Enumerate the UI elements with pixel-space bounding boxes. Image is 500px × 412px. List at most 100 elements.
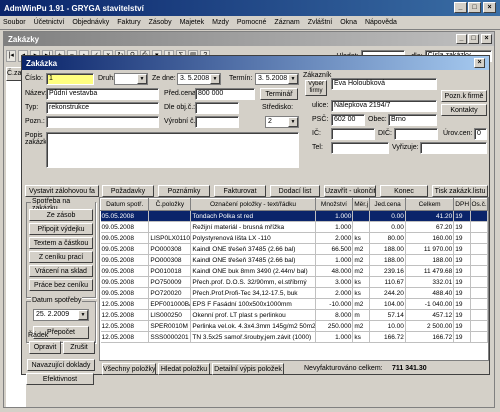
action-button[interactable]: Vystavit zálohovou fa [25,185,99,197]
predcena-input[interactable]: 800 000 [195,88,255,100]
popis-textarea[interactable] [46,132,299,168]
menu-item[interactable]: Faktury [117,19,140,26]
grid-column-header[interactable]: Datum spotř. [100,198,150,211]
menu-item[interactable]: Nápověda [365,19,397,26]
spotreba-button[interactable]: Práce bez ceníku [29,279,93,291]
action-button[interactable]: Tisk zakázk.listu [432,185,488,197]
ic-input[interactable] [331,128,375,140]
datum-select[interactable]: 25. 2.2009 ▼ [33,309,89,321]
action-button[interactable]: Poznámky [158,185,210,197]
menu-item[interactable]: Zásoby [149,19,172,26]
dic-input[interactable] [394,128,438,140]
chevron-down-icon[interactable]: ▼ [210,74,220,84]
close-icon[interactable]: × [481,34,492,44]
kontakty-button[interactable]: Kontakty [441,104,487,116]
table-row[interactable]: 12.05.2008 SPER0010M Perlinka vel.ok. 4.3x… [100,320,488,332]
termin-date[interactable]: 3. 5.2008 ▼ [255,73,299,85]
chevron-down-icon[interactable]: ▼ [288,117,298,127]
minimize-icon[interactable]: _ [456,34,467,44]
menu-item[interactable]: Pomocné [237,19,267,26]
menu-item[interactable]: Objednávky [72,19,109,26]
terminar-button[interactable]: Terminář [260,88,298,100]
nazev-input[interactable]: Půdní vestavba [46,88,159,100]
close-icon[interactable]: × [474,58,485,68]
pozn-k-firme-button[interactable]: Pozn.k firmě [441,90,487,102]
spotreba-button[interactable]: Vrácení na sklad [29,265,93,277]
druh-select[interactable]: ▼ [114,73,148,85]
grid-column-header[interactable]: Množství [314,198,354,211]
grid-column-header[interactable]: Č.položky [148,198,192,211]
spotreba-button[interactable]: Ze zásob [29,209,93,221]
typ-input[interactable]: rekonstrukce [46,102,159,114]
grid-column-header[interactable]: Jed.cena [369,198,406,211]
bottom-button[interactable]: Všechny položky [102,363,156,375]
cislo-input[interactable]: 1 [46,73,94,85]
table-row[interactable]: 12.05.2008 LIS000250 Okenní prof. LT plast… [100,309,488,321]
dleobj-input[interactable] [195,102,239,114]
grid-column-header[interactable]: Celkem [404,198,455,211]
action-button[interactable]: Požadavky [102,185,154,197]
action-button[interactable]: Fakturovat [214,185,266,197]
first-record-icon[interactable]: |◂ [6,50,17,62]
vyrizuje-input[interactable] [420,142,487,154]
tel-input[interactable] [331,142,389,154]
menu-item[interactable]: Majetek [180,19,205,26]
ulice-input[interactable]: Nálepkova 2194/7 [331,100,437,112]
spotreba-button[interactable]: Z ceníku prací [29,251,93,263]
grid-column-header[interactable]: Os.č. [470,198,488,211]
stredisko-select[interactable]: 2 ▼ [265,116,299,128]
chevron-down-icon[interactable]: ▼ [137,74,147,84]
menu-item[interactable]: Mzdy [212,19,229,26]
druh-label: Druh: [98,75,116,82]
action-button[interactable]: Uzavřít - ukončit [324,185,376,197]
maximize-icon[interactable]: □ [468,34,479,44]
items-grid[interactable]: Datum spotř. Č.položky Označení položky - … [99,197,489,361]
minimize-icon[interactable]: _ [454,2,467,13]
table-row[interactable]: 09.05.2008 PO720020 Přech.Prof.Profi-Tec 3… [100,287,488,299]
grid-column-header[interactable]: DPH [453,198,472,211]
menu-item[interactable]: Účetnictví [34,19,65,26]
table-row[interactable]: 09.05.2008 Režijní materiál - brusná mříž… [100,221,488,233]
dleobj-label: Dle obj.č.: [164,104,196,111]
table-row[interactable]: 05.05.2008 Tondach Polka st red 1.000 0.00 4… [100,210,488,222]
spotreba-button[interactable]: Připojit výdejku [29,223,93,235]
psc-input[interactable]: 602 00 [331,114,365,126]
pozn-input[interactable] [46,116,159,128]
menu-item[interactable]: Soubor [3,19,26,26]
table-row[interactable]: 09.05.2008 LISP0LX0110 Polystyrenová lišta… [100,232,488,244]
table-row[interactable]: 09.05.2008 PO750009 Přech.prof. D.O.S. 32/… [100,276,488,288]
obec-input[interactable]: Brno [388,114,437,126]
obec-label: Obec: [368,116,387,123]
grid-column-header[interactable]: Označení položky - text/řádku [190,198,316,211]
bottom-button[interactable]: Detailní výpis položek [212,363,284,375]
bottom-button[interactable]: Hledat položku [158,363,210,375]
action-button[interactable]: Dodací list [270,185,320,197]
menu-item[interactable]: Zvláštní [308,19,333,26]
vyber-firmy-button[interactable]: Výběr firmy [305,80,327,96]
action-button[interactable]: Konec [380,185,428,197]
efektivnost-button[interactable]: Efektivnost [26,373,94,385]
firma-input[interactable]: Eva Holoubková [331,78,437,90]
table-row[interactable]: 12.05.2008 SSS0000201 TN 3.5x25 samoř.šrou… [100,331,488,343]
zakazka-titlebar: Zakázka × [22,56,489,70]
close-icon[interactable]: × [483,2,496,13]
menu-item[interactable]: Okna [340,19,357,26]
zrusit-button[interactable]: Zrušit [63,341,95,354]
spotreba-button[interactable]: Textem a částkou [29,237,93,249]
maximize-icon[interactable]: □ [468,2,481,13]
grid-column-header[interactable]: Měr.j [352,198,371,211]
table-cell: 09.05.2008 [100,243,150,255]
table-row[interactable]: 09.05.2008 PO000308 Kaindl ONE třešeň 3748… [100,243,488,255]
navazujici-doklady-button[interactable]: Navazující doklady [27,359,95,371]
table-cell: 457.12 [405,309,455,321]
table-row[interactable]: 09.05.2008 PO000308 Kaindl ONE třešeň 3748… [100,254,488,266]
table-row[interactable]: 09.05.2008 PO010018 Kaindl ONE buk 8mm 349… [100,265,488,277]
uroven-input[interactable]: 0 [474,128,487,140]
chevron-down-icon[interactable]: ▼ [288,74,298,84]
menu-item[interactable]: Záznam [274,19,299,26]
zedne-date[interactable]: 3. 5.2008 ▼ [177,73,221,85]
table-row[interactable]: 12.05.2008 EPF001000BA EPS F Fasádní 100x5… [100,298,488,310]
opravit-button[interactable]: Opravit [29,341,61,354]
vyrobni-input[interactable] [195,116,239,128]
chevron-down-icon[interactable]: ▼ [78,310,88,320]
